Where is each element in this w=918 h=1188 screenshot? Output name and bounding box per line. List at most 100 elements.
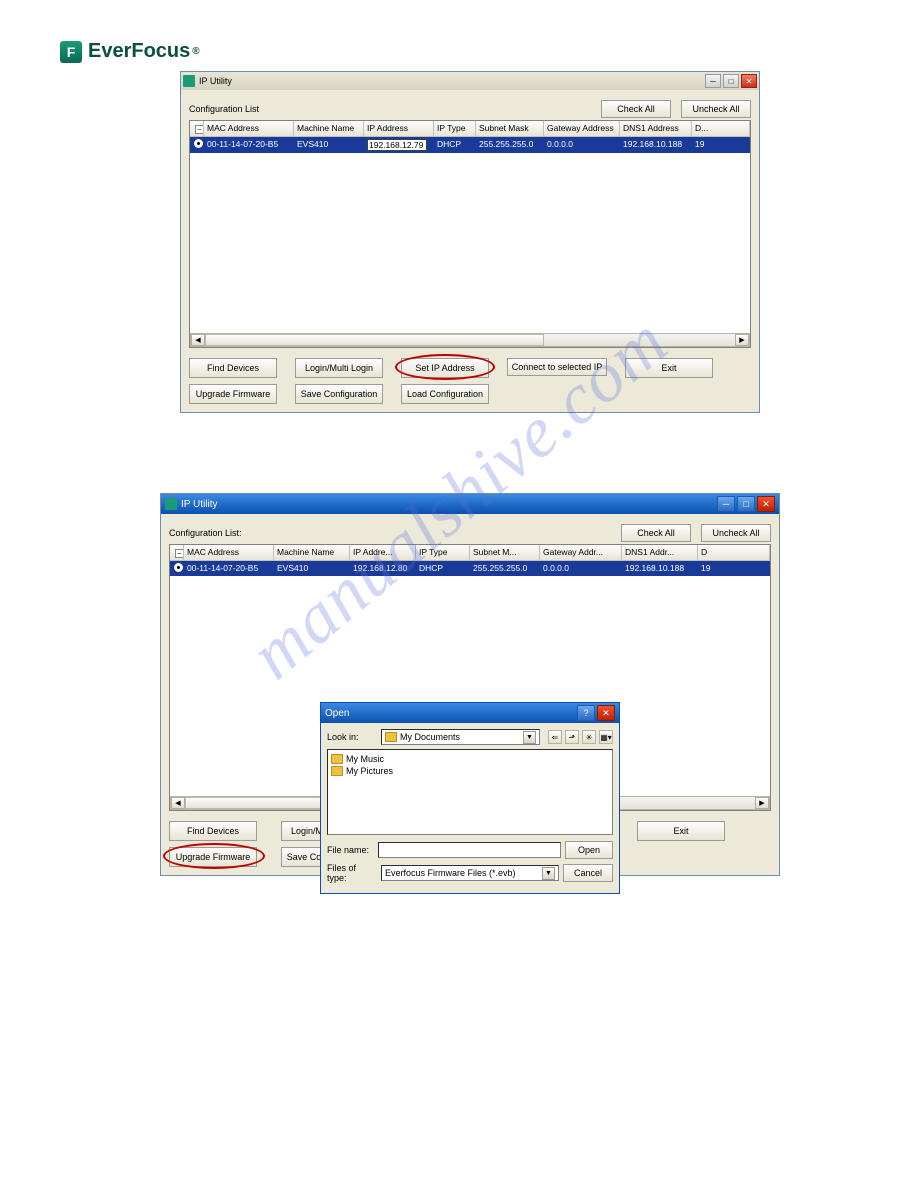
upgrade-firmware-button[interactable]: Upgrade Firmware [169, 847, 257, 867]
open-button[interactable]: Open [565, 841, 613, 859]
col-iptype[interactable]: IP Type [416, 545, 470, 560]
uncheck-all-button[interactable]: Uncheck All [701, 524, 771, 542]
col-dns1[interactable]: DNS1 Address [620, 121, 692, 136]
col-dns1[interactable]: DNS1 Addr... [622, 545, 698, 560]
cell-subnet: 255.255.255.0 [476, 137, 544, 153]
cell-dns1: 192.168.10.188 [622, 561, 698, 576]
file-name-label: File name: [327, 845, 374, 855]
files-type-label: Files of type: [327, 863, 377, 883]
save-config-button[interactable]: Save Configuration [295, 384, 383, 404]
exit-button[interactable]: Exit [637, 821, 725, 841]
file-name-input[interactable] [378, 842, 561, 858]
dropdown-icon[interactable]: ▼ [523, 731, 536, 744]
cell-d: 19 [698, 561, 770, 576]
expand-icon[interactable]: – [195, 125, 204, 134]
uncheck-all-button[interactable]: Uncheck All [681, 100, 751, 118]
close-button[interactable]: ✕ [741, 74, 757, 88]
dialog-title: Open [325, 708, 349, 719]
look-in-select[interactable]: My Documents ▼ [381, 729, 540, 745]
list-item[interactable]: My Music [331, 753, 609, 765]
set-ip-button[interactable]: Set IP Address [401, 358, 489, 378]
dropdown-icon[interactable]: ▼ [542, 867, 555, 880]
scroll-thumb[interactable] [205, 334, 544, 346]
cancel-button[interactable]: Cancel [563, 864, 613, 882]
col-ip[interactable]: IP Addre... [350, 545, 416, 560]
col-d[interactable]: D... [692, 121, 750, 136]
scroll-left-icon[interactable]: ◀ [171, 797, 185, 809]
cell-iptype: DHCP [434, 137, 476, 153]
maximize-button[interactable]: □ [737, 496, 755, 512]
col-machine[interactable]: Machine Name [294, 121, 364, 136]
help-button[interactable]: ? [577, 705, 595, 721]
view-menu-icon[interactable]: ▦▾ [599, 730, 613, 744]
table-row[interactable]: 00-11-14-07-20-B5 EVS410 192.168.12.80 D… [170, 561, 770, 576]
window-title: IP Utility [199, 76, 232, 86]
titlebar: IP Utility ─ □ ✕ [161, 494, 779, 514]
table-empty-area [190, 153, 750, 333]
table-row[interactable]: 00-11-14-07-20-B5 EVS410 DHCP 255.255.25… [190, 137, 750, 153]
horizontal-scrollbar[interactable]: ◀ ▶ [190, 333, 750, 347]
load-config-button[interactable]: Load Configuration [401, 384, 489, 404]
maximize-button[interactable]: □ [723, 74, 739, 88]
col-subnet[interactable]: Subnet M... [470, 545, 540, 560]
cell-mac: 00-11-14-07-20-B5 [204, 137, 294, 153]
cell-mac: 00-11-14-07-20-B5 [184, 561, 274, 576]
expand-icon[interactable]: – [175, 549, 184, 558]
config-list-label: Configuration List [189, 104, 259, 114]
check-all-button[interactable]: Check All [621, 524, 691, 542]
row-select-radio[interactable] [174, 563, 183, 572]
login-button[interactable]: Login/Multi Login [295, 358, 383, 378]
scroll-right-icon[interactable]: ▶ [735, 334, 749, 346]
exit-button[interactable]: Exit [625, 358, 713, 378]
new-folder-icon[interactable]: ✳ [582, 730, 596, 744]
logo-icon: F [60, 41, 82, 63]
ip-utility-window-1: IP Utility ─ □ ✕ Configuration List Chec… [180, 71, 760, 413]
file-list[interactable]: My Music My Pictures [327, 749, 613, 835]
cell-gateway: 0.0.0.0 [540, 561, 622, 576]
minimize-button[interactable]: ─ [717, 496, 735, 512]
cell-dns1: 192.168.10.188 [620, 137, 692, 153]
connect-button[interactable]: Connect to selected IP [507, 358, 607, 376]
col-machine[interactable]: Machine Name [274, 545, 350, 560]
check-all-button[interactable]: Check All [601, 100, 671, 118]
titlebar: IP Utility ─ □ ✕ [181, 72, 759, 90]
find-devices-button[interactable]: Find Devices [189, 358, 277, 378]
dialog-titlebar: Open ? ✕ [321, 703, 619, 723]
config-list-label: Configuration List: [169, 528, 242, 538]
col-ip[interactable]: IP Address [364, 121, 434, 136]
col-gateway[interactable]: Gateway Address [544, 121, 620, 136]
ip-address-input[interactable] [367, 139, 427, 151]
cell-d: 19 [692, 137, 750, 153]
cell-machine: EVS410 [294, 137, 364, 153]
back-icon[interactable]: ⇐ [548, 730, 562, 744]
find-devices-button[interactable]: Find Devices [169, 821, 257, 841]
upgrade-firmware-button[interactable]: Upgrade Firmware [189, 384, 277, 404]
file-name: My Music [346, 754, 384, 764]
table-header: – MAC Address Machine Name IP Addre... I… [170, 545, 770, 561]
col-subnet[interactable]: Subnet Mask [476, 121, 544, 136]
registered-mark: ® [192, 46, 199, 57]
look-in-label: Look in: [327, 732, 377, 742]
brand-logo: F EverFocus ® [60, 40, 858, 63]
scroll-left-icon[interactable]: ◀ [191, 334, 205, 346]
col-d[interactable]: D [698, 545, 770, 560]
close-button[interactable]: ✕ [757, 496, 775, 512]
file-name: My Pictures [346, 766, 393, 776]
scroll-right-icon[interactable]: ▶ [755, 797, 769, 809]
cell-subnet: 255.255.255.0 [470, 561, 540, 576]
window-title: IP Utility [181, 499, 218, 510]
cell-machine: EVS410 [274, 561, 350, 576]
list-item[interactable]: My Pictures [331, 765, 609, 777]
col-mac[interactable]: MAC Address [184, 545, 274, 560]
row-select-radio[interactable] [194, 139, 203, 148]
col-gateway[interactable]: Gateway Addr... [540, 545, 622, 560]
brand-text: EverFocus [88, 40, 190, 63]
folder-icon [331, 766, 343, 776]
cell-iptype: DHCP [416, 561, 470, 576]
minimize-button[interactable]: ─ [705, 74, 721, 88]
files-type-select[interactable]: Everfocus Firmware Files (*.evb) ▼ [381, 865, 559, 881]
close-button[interactable]: ✕ [597, 705, 615, 721]
up-folder-icon[interactable]: ⬏ [565, 730, 579, 744]
col-iptype[interactable]: IP Type [434, 121, 476, 136]
col-mac[interactable]: MAC Address [204, 121, 294, 136]
